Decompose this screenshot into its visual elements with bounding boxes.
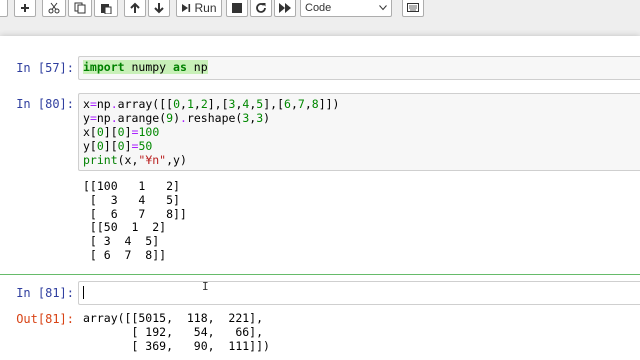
code-token: numpy: [124, 60, 174, 74]
paste-icon: [101, 3, 112, 14]
move-down-button[interactable]: [148, 0, 170, 17]
scissors-icon: [48, 2, 60, 13]
code-token: ],[: [207, 97, 229, 111]
code-token: ][: [103, 139, 118, 153]
code-token: 7: [297, 97, 305, 111]
cell-output: array([[5015, 118, 221], [ 192, 54, 66],…: [83, 311, 270, 353]
run-button[interactable]: Run: [176, 0, 222, 17]
arrow-up-icon: [130, 2, 140, 13]
cell-output: [[100 1 2] [ 3 4 5] [ 6 7 8]] [[50 1 2] …: [83, 179, 187, 262]
code-cell-input[interactable]: import numpy as np: [78, 56, 640, 80]
code-token: 0: [117, 139, 125, 153]
code-token: ]: [124, 139, 132, 153]
cell-prompt: In [57]:: [16, 61, 74, 75]
code-token: (x,: [117, 153, 139, 167]
code-token: ,: [304, 97, 312, 111]
output-prompt: Out[81]:: [16, 312, 74, 326]
refresh-icon: [256, 2, 266, 13]
move-up-button[interactable]: [124, 0, 146, 17]
code-token: ],[: [263, 97, 284, 111]
code-line: print(x,"¥n",y): [83, 153, 636, 167]
code-token: ][: [103, 125, 118, 139]
cell-type-value: Code: [305, 1, 332, 14]
code-token: ]]): [318, 97, 340, 111]
arrow-down-icon: [154, 2, 164, 13]
paste-button[interactable]: [94, 0, 118, 17]
code-token: y[: [83, 139, 97, 153]
code-token: 2: [200, 97, 208, 111]
code-line: x=np.array([[0,1,2],[3,4,5],[6,7,8]]): [83, 97, 636, 111]
cell-type-select[interactable]: Code: [300, 0, 392, 17]
code-token: .: [110, 111, 118, 125]
stop-icon: [232, 2, 242, 13]
code-token: ]: [124, 125, 132, 139]
code-token: np: [96, 111, 111, 125]
insert-cell-button[interactable]: [14, 0, 36, 17]
chevron-down-icon: [379, 4, 387, 10]
keyboard-icon: [407, 3, 419, 12]
code-token: ): [263, 111, 271, 125]
interrupt-button[interactable]: [226, 0, 248, 17]
cell-prompt: In [81]:: [16, 286, 74, 300]
code-line: y=np.arange(9).reshape(3,3): [83, 111, 636, 125]
code-token: 1: [186, 97, 194, 111]
code-line: x[0][0]=100: [83, 125, 636, 139]
code-token: 8: [311, 97, 319, 111]
code-token: x[: [83, 125, 97, 139]
code-token: 6: [284, 97, 291, 111]
restart-button[interactable]: [250, 0, 272, 17]
code-token: ,y): [166, 153, 187, 167]
step-forward-icon: [182, 3, 191, 12]
code-token: y: [83, 111, 90, 125]
mouse-ibeam-cursor: I: [202, 280, 209, 293]
code-token: ,: [193, 97, 201, 111]
run-button-label: Run: [194, 0, 217, 15]
code-line: import numpy as np: [83, 60, 636, 74]
code-token: "¥n": [138, 153, 167, 167]
code-token: ): [173, 111, 181, 125]
copy-icon: [74, 2, 86, 13]
code-cell-input-active[interactable]: [78, 281, 640, 305]
code-token: 0: [173, 97, 180, 111]
cut-button[interactable]: [42, 0, 66, 17]
code-token: np: [186, 60, 208, 74]
code-token: 0: [96, 139, 104, 153]
code-token: as: [173, 60, 187, 74]
code-token: reshape(: [186, 111, 243, 125]
cell-prompt: In [80]:: [16, 97, 74, 111]
code-token: ,: [290, 97, 298, 111]
code-token: array([[: [117, 97, 174, 111]
plus-icon: [21, 3, 29, 12]
code-token: .: [180, 111, 187, 125]
code-token: arange(: [117, 111, 167, 125]
code-token: 0: [96, 125, 104, 139]
code-token: ,: [180, 97, 187, 111]
fast-forward-icon: [279, 2, 291, 13]
restart-run-all-button[interactable]: [274, 0, 296, 17]
text-cursor: [83, 286, 84, 299]
code-token: np: [96, 97, 111, 111]
code-token: print: [83, 153, 118, 167]
code-token: 0: [117, 125, 125, 139]
command-palette-button[interactable]: [402, 0, 424, 17]
code-token: x: [83, 97, 90, 111]
save-button[interactable]: [0, 0, 8, 17]
notebook-toolbar: Run Code: [0, 0, 640, 20]
code-cell-input[interactable]: x=np.array([[0,1,2],[3,4,5],[6,7,8]]) y=n…: [78, 93, 640, 171]
code-token: .: [110, 97, 118, 111]
notebook-container: In [57]: import numpy as np In [80]: x=n…: [0, 36, 640, 360]
selected-cell-indicator: [0, 274, 640, 275]
copy-button[interactable]: [68, 0, 92, 17]
code-token: =: [89, 111, 97, 125]
code-token: 100: [138, 125, 160, 139]
code-token: import: [83, 60, 125, 74]
code-token: 50: [138, 139, 153, 153]
code-token: =: [89, 97, 97, 111]
code-line: y[0][0]=50: [83, 139, 636, 153]
